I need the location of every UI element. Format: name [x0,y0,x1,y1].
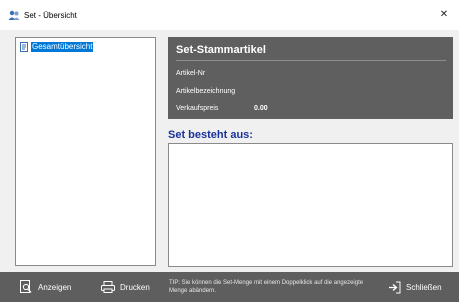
set-components-heading: Set besteht aus: [168,129,253,141]
set-tree[interactable]: Gesamtübersicht [15,37,156,266]
stammartikel-panel: Set-Stammartikel Artikel-Nr Artikelbezei… [168,37,453,119]
tree-node-label: Gesamtübersicht [31,41,94,52]
verkaufspreis-value: 0.00 [254,105,268,112]
drucken-button[interactable]: Drucken [101,272,150,302]
document-blue-icon [20,41,28,52]
footer-toolbar: Anzeigen Drucken TIP: Sie können die Set… [0,272,459,302]
close-icon: ✕ [439,9,449,20]
tip-text: TIP: Sie können die Set-Menge mit einem … [169,280,364,294]
exit-arrow-icon [389,281,401,293]
schliessen-button[interactable]: Schließen [388,272,442,302]
magnifier-document-icon [20,280,32,293]
drucken-label: Drucken [120,282,150,292]
stammartikel-title: Set-Stammartikel [176,44,266,56]
title-bar: Set - Übersicht ✕ [0,0,459,30]
close-button[interactable]: ✕ [429,0,459,30]
schliessen-label: Schließen [406,282,442,292]
stammartikel-divider [176,60,446,61]
artikelbezeichnung-label: Artikelbezeichnung [176,88,236,95]
artikel-nr-label: Artikel-Nr [176,70,206,77]
window-title: Set - Übersicht [24,11,77,20]
printer-icon [101,281,115,293]
users-icon [8,10,20,20]
tree-node-gesamtuebersicht[interactable]: Gesamtübersicht [19,41,94,52]
verkaufspreis-label: Verkaufspreis [176,105,219,112]
set-components-list[interactable] [168,143,453,267]
anzeigen-label: Anzeigen [38,282,72,292]
anzeigen-button[interactable]: Anzeigen [20,272,71,302]
